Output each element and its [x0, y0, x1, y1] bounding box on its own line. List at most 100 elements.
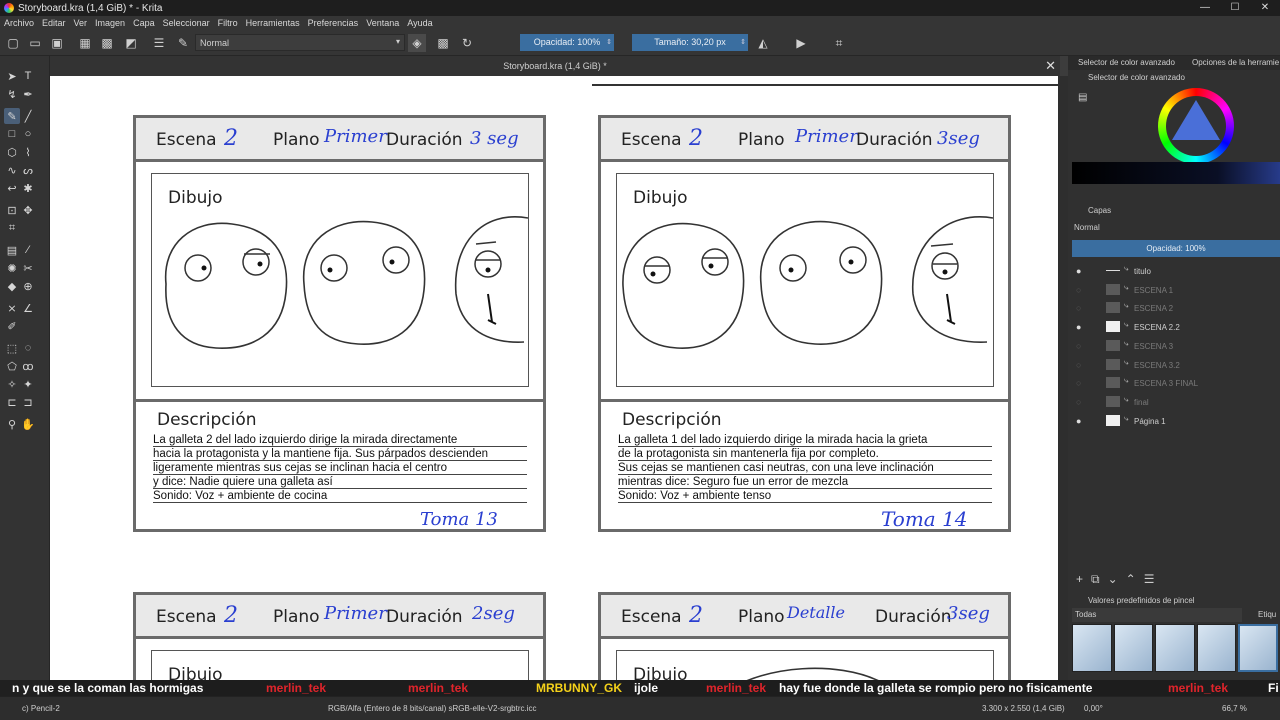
brush-preset[interactable] — [1196, 624, 1237, 672]
calligraphy-tool-icon[interactable]: ✒ — [20, 86, 36, 102]
move-down-icon[interactable]: ⌄ — [1108, 572, 1118, 586]
fg-bg-color-icon[interactable]: ◩ — [122, 34, 140, 52]
smart-patch-tool-icon[interactable]: ✂ — [20, 260, 36, 276]
preserve-alpha-icon[interactable]: ▩ — [434, 34, 452, 52]
layer-row[interactable]: ○ ⤷ ESCENA 3 — [1072, 337, 1280, 355]
assistant-tool-icon[interactable]: ⨯ — [4, 300, 20, 316]
layer-opacity-slider[interactable]: Opacidad: 100% — [1072, 240, 1280, 257]
brush-preset[interactable] — [1113, 624, 1154, 672]
color-history-bar[interactable] — [1072, 162, 1280, 184]
color-settings-icon[interactable]: ▤ — [1078, 92, 1087, 103]
menu-seleccionar[interactable]: Seleccionar — [163, 18, 210, 28]
color-triangle[interactable] — [1172, 100, 1220, 140]
menu-ventana[interactable]: Ventana — [366, 18, 399, 28]
brush-tag-label[interactable]: Etiqu — [1258, 610, 1276, 619]
brush-preset[interactable] — [1155, 624, 1195, 672]
storyboard-page[interactable]: Escena 2 Plano Primer Duración 3 seg Dib… — [50, 76, 1058, 680]
mirror-horizontal-icon[interactable]: ◭ — [754, 34, 772, 52]
polygon-tool-icon[interactable]: ⬡ — [4, 144, 20, 160]
contiguous-selection-tool-icon[interactable]: ✧ — [4, 376, 20, 392]
gradient-tool-icon[interactable]: ▤ — [4, 242, 20, 258]
edit-shapes-tool-icon[interactable]: ↯ — [4, 86, 20, 102]
maximize-button[interactable]: ☐ — [1220, 0, 1250, 16]
layer-row[interactable]: ● ⤷ ESCENA 2.2 — [1072, 318, 1280, 336]
visibility-eye-icon[interactable]: ○ — [1076, 360, 1081, 370]
layer-row[interactable]: ● ⤷ titulo — [1072, 262, 1280, 280]
visibility-eye-icon[interactable]: ○ — [1076, 285, 1081, 295]
select-shapes-tool-icon[interactable]: ➤ — [4, 68, 20, 84]
measure-tool-icon[interactable]: ∠ — [20, 300, 36, 316]
menu-ayuda[interactable]: Ayuda — [407, 18, 432, 28]
rectangle-tool-icon[interactable]: □ — [4, 126, 20, 142]
visibility-eye-icon[interactable]: ○ — [1076, 341, 1081, 351]
reload-preset-icon[interactable]: ↻ — [458, 34, 476, 52]
menu-imagen[interactable]: Imagen — [95, 18, 125, 28]
visibility-eye-icon[interactable]: ○ — [1076, 397, 1081, 407]
brush-preset-icon[interactable]: ✎ — [174, 34, 192, 52]
close-document-icon[interactable]: ✕ — [1045, 56, 1056, 76]
wrap-around-icon[interactable]: ⌗ — [830, 34, 848, 52]
layer-row[interactable]: ○ ⤷ ESCENA 2 — [1072, 299, 1280, 317]
opacity-slider[interactable]: Opacidad: 100% ⇕ — [520, 34, 614, 51]
minimize-button[interactable]: — — [1190, 0, 1220, 16]
tab-tool-options[interactable]: Opciones de la herramie — [1192, 58, 1279, 67]
polygonal-selection-tool-icon[interactable]: ⬠ — [4, 358, 20, 374]
vertical-scrollbar[interactable] — [1058, 76, 1068, 680]
menu-filtro[interactable]: Filtro — [218, 18, 238, 28]
text-tool-icon[interactable]: T — [20, 68, 36, 84]
brush-settings-icon[interactable]: ☰ — [150, 34, 168, 52]
eraser-mode-icon[interactable]: ◈ — [408, 34, 426, 52]
visibility-eye-icon[interactable]: ○ — [1076, 303, 1081, 313]
freehand-path-tool-icon[interactable]: ᔕ — [20, 162, 36, 178]
menu-archivo[interactable]: Archivo — [4, 18, 34, 28]
polyline-tool-icon[interactable]: ⌇ — [20, 144, 36, 160]
color-picker-tool-icon[interactable]: ⁄ — [20, 242, 36, 258]
menu-herramientas[interactable]: Herramientas — [246, 18, 300, 28]
freehand-selection-tool-icon[interactable]: ꝏ — [20, 358, 36, 374]
brush-tag-filter[interactable]: Todas — [1072, 608, 1242, 622]
tab-color-selector[interactable]: Selector de color avanzado — [1078, 58, 1175, 67]
new-document-icon[interactable]: ▢ — [4, 34, 22, 52]
layer-row[interactable]: ● ⤷ Página 1 — [1072, 412, 1280, 430]
pan-tool-icon[interactable]: ✋ — [20, 416, 36, 432]
layer-row[interactable]: ○ ⤷ final — [1072, 393, 1280, 411]
save-icon[interactable]: ▣ — [48, 34, 66, 52]
rectangular-selection-tool-icon[interactable]: ⬚ — [4, 340, 20, 356]
pattern-edit-tool-icon[interactable]: ⊕ — [20, 278, 36, 294]
menu-preferencias[interactable]: Preferencias — [308, 18, 359, 28]
spinner-icon[interactable]: ⇕ — [740, 34, 746, 51]
fill-tool-icon[interactable]: ◆ — [4, 278, 20, 294]
color-wheel[interactable] — [1158, 88, 1234, 164]
visibility-eye-icon[interactable]: ● — [1076, 416, 1081, 426]
similar-color-selection-tool-icon[interactable]: ✦ — [20, 376, 36, 392]
brush-preset-selected[interactable] — [1238, 624, 1278, 672]
spinner-icon[interactable]: ⇕ — [606, 34, 612, 51]
move-tool-icon[interactable]: ✥ — [20, 202, 36, 218]
magnetic-selection-tool-icon[interactable]: ⊐ — [20, 394, 36, 410]
bezier-tool-icon[interactable]: ∿ — [4, 162, 20, 178]
zoom-tool-icon[interactable]: ⚲ — [4, 416, 20, 432]
line-tool-icon[interactable]: ╱ — [20, 108, 36, 124]
brush-preset[interactable] — [1072, 624, 1112, 672]
visibility-eye-icon[interactable]: ● — [1076, 322, 1081, 332]
gradient-preset-icon[interactable]: ▦ — [76, 34, 94, 52]
layer-row[interactable]: ○ ⤷ ESCENA 1 — [1072, 281, 1280, 299]
menu-editar[interactable]: Editar — [42, 18, 66, 28]
status-zoom[interactable]: 66,7 % — [1222, 704, 1247, 713]
size-slider[interactable]: Tamaño: 30,20 px ⇕ — [632, 34, 748, 51]
menu-ver[interactable]: Ver — [74, 18, 88, 28]
open-document-icon[interactable]: ▭ — [26, 34, 44, 52]
pattern-preset-icon[interactable]: ▩ — [98, 34, 116, 52]
visibility-eye-icon[interactable]: ● — [1076, 266, 1081, 276]
layer-row[interactable]: ○ ⤷ ESCENA 3.2 — [1072, 356, 1280, 374]
mirror-vertical-icon[interactable]: ▶ — [792, 34, 810, 52]
duplicate-layer-icon[interactable]: ⧉ — [1091, 572, 1100, 587]
move-up-icon[interactable]: ⌃ — [1126, 572, 1136, 586]
document-tab[interactable]: Storyboard.kra (1,4 GiB) * ✕ — [50, 56, 1060, 76]
menu-capa[interactable]: Capa — [133, 18, 155, 28]
reference-images-tool-icon[interactable]: ✐ — [4, 318, 20, 334]
layers-blend-mode[interactable]: Normal — [1074, 223, 1100, 232]
visibility-eye-icon[interactable]: ○ — [1076, 378, 1081, 388]
ellipse-tool-icon[interactable]: ○ — [20, 126, 36, 142]
multibrush-tool-icon[interactable]: ✱ — [20, 180, 36, 196]
